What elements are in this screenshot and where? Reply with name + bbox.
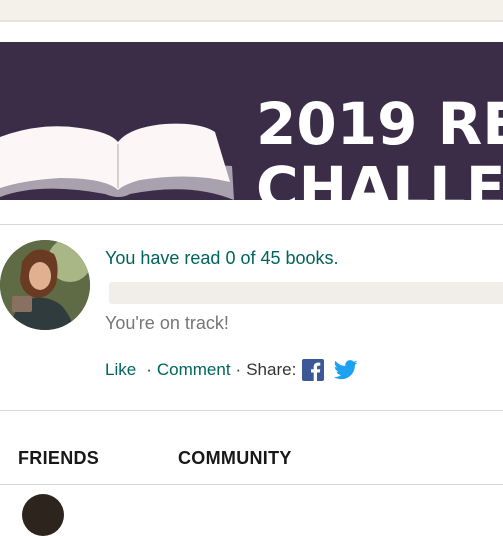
progress-suffix: books. [280,248,339,268]
comment-link[interactable]: Comment [157,360,231,380]
books-read-progress-text: You have read 0 of 45 books. [105,248,339,269]
separator-dot: · [146,360,152,379]
friend-avatar[interactable] [22,494,64,536]
books-goal-count: 45 [260,248,281,268]
separator-dot: · [235,360,242,379]
like-link[interactable]: Like [105,360,136,380]
share-label: Share: [246,360,297,379]
user-avatar[interactable] [0,240,90,330]
progress-middle: of [235,248,261,268]
top-navigation-bar [0,0,503,22]
banner-title: 2019 REA CHALLEN [256,92,503,200]
divider [0,484,503,485]
progress-prefix: You have read [105,248,226,268]
banner-title-line-1: 2019 REA [256,90,503,158]
progress-bar [109,282,503,304]
tab-friends[interactable]: FRIENDS [18,448,99,469]
avatar-portrait-image [0,240,90,330]
open-book-icon [0,123,234,200]
reading-challenge-banner: 2019 REA CHALLEN [0,42,503,200]
divider [0,410,503,411]
divider [0,224,503,225]
challenge-status-text: You're on track! [105,313,229,333]
facebook-icon[interactable] [302,359,325,381]
tab-community[interactable]: COMMUNITY [178,448,292,469]
books-read-count: 0 [225,248,236,268]
social-actions: Like · Comment · Share: [105,359,358,381]
banner-title-line-2: CHALLEN [256,154,503,200]
twitter-icon[interactable] [334,359,358,381]
